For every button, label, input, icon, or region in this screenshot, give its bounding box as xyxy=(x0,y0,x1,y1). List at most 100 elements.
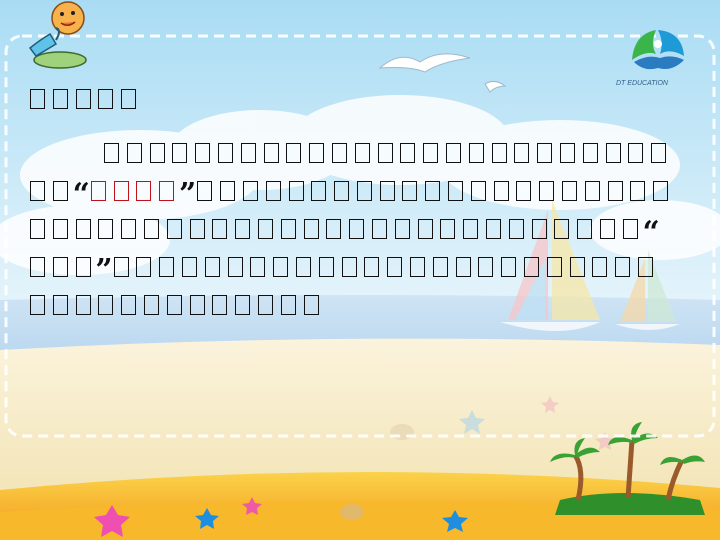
text-line: ” xyxy=(30,248,690,286)
glyph xyxy=(394,219,410,239)
glyph xyxy=(592,257,608,277)
text-line: “ xyxy=(30,210,690,248)
sand-shell xyxy=(390,424,414,440)
glyph xyxy=(235,295,251,315)
glyph xyxy=(30,257,45,277)
glyph xyxy=(217,143,233,163)
body-paragraph: “” “” xyxy=(30,134,690,324)
glyph xyxy=(311,181,327,201)
glyph xyxy=(52,295,68,315)
glyph xyxy=(75,219,91,239)
glyph xyxy=(377,143,393,163)
glyph xyxy=(440,219,456,239)
open-quote: “ xyxy=(642,215,660,250)
glyph xyxy=(220,181,236,201)
glyph xyxy=(582,143,598,163)
glyph xyxy=(172,143,188,163)
glyph xyxy=(410,257,426,277)
glyph xyxy=(651,143,667,163)
glyph xyxy=(52,181,68,201)
glyph xyxy=(250,257,266,277)
glyph xyxy=(143,295,159,315)
text-block: “” “” xyxy=(30,82,690,324)
slide: DT EDUCATION “” “” xyxy=(0,0,720,540)
glyph xyxy=(584,181,600,201)
glyph xyxy=(303,219,319,239)
glyph xyxy=(98,219,114,239)
glyph xyxy=(628,143,644,163)
glyph xyxy=(524,257,539,277)
glyph xyxy=(463,219,479,239)
glyph xyxy=(468,143,484,163)
glyph xyxy=(113,257,129,277)
glyph xyxy=(280,295,296,315)
glyph xyxy=(166,219,182,239)
glyph xyxy=(569,257,585,277)
glyph xyxy=(423,143,439,163)
glyph xyxy=(149,143,165,163)
glyph xyxy=(52,257,68,277)
text-line: “” xyxy=(30,172,690,210)
glyph xyxy=(143,219,159,239)
glyph xyxy=(296,257,312,277)
glyph xyxy=(354,143,370,163)
glyph xyxy=(637,257,653,277)
glyph xyxy=(104,143,119,163)
glyph xyxy=(546,257,562,277)
glyph xyxy=(445,143,461,163)
glyph xyxy=(195,143,211,163)
section-heading xyxy=(30,82,690,116)
glyph xyxy=(212,295,228,315)
glyph xyxy=(189,219,205,239)
glyph xyxy=(30,181,45,201)
glyph xyxy=(121,89,137,109)
glyph xyxy=(653,181,669,201)
cartoon-microphone-icon xyxy=(28,1,87,69)
glyph xyxy=(263,143,279,163)
glyph xyxy=(235,219,251,239)
glyph xyxy=(52,219,68,239)
glyph xyxy=(273,257,289,277)
glyph xyxy=(493,181,509,201)
glyph xyxy=(364,257,380,277)
glyph xyxy=(605,143,621,163)
glyph xyxy=(204,257,220,277)
glyph xyxy=(559,143,575,163)
glyph xyxy=(242,181,258,201)
glyph xyxy=(121,295,137,315)
glyph xyxy=(516,181,532,201)
glyph xyxy=(341,257,357,277)
glyph xyxy=(402,181,418,201)
glyph xyxy=(265,181,281,201)
glyph xyxy=(531,219,547,239)
glyph xyxy=(478,257,494,277)
glyph xyxy=(240,143,256,163)
glyph xyxy=(326,219,342,239)
glyph xyxy=(121,219,137,239)
close-quote: ” xyxy=(95,253,113,288)
glyph xyxy=(136,257,152,277)
glyph xyxy=(212,219,228,239)
glyph xyxy=(491,143,507,163)
glyph xyxy=(30,219,45,239)
glyph xyxy=(379,181,395,201)
glyph xyxy=(75,257,91,277)
glyph xyxy=(227,257,243,277)
glyph xyxy=(331,143,347,163)
glyph xyxy=(189,295,205,315)
glyph xyxy=(318,257,334,277)
glyph xyxy=(501,257,517,277)
glyph xyxy=(197,181,213,201)
glyph xyxy=(537,143,553,163)
glyph xyxy=(400,143,416,163)
glyph xyxy=(539,181,555,201)
glyph xyxy=(182,257,198,277)
highlighted-glyph xyxy=(136,181,152,201)
glyph xyxy=(334,181,350,201)
glyph xyxy=(485,219,501,239)
glyph xyxy=(98,89,114,109)
glyph xyxy=(470,181,486,201)
glyph xyxy=(455,257,471,277)
glyph xyxy=(508,219,524,239)
close-quote: ” xyxy=(179,177,197,212)
